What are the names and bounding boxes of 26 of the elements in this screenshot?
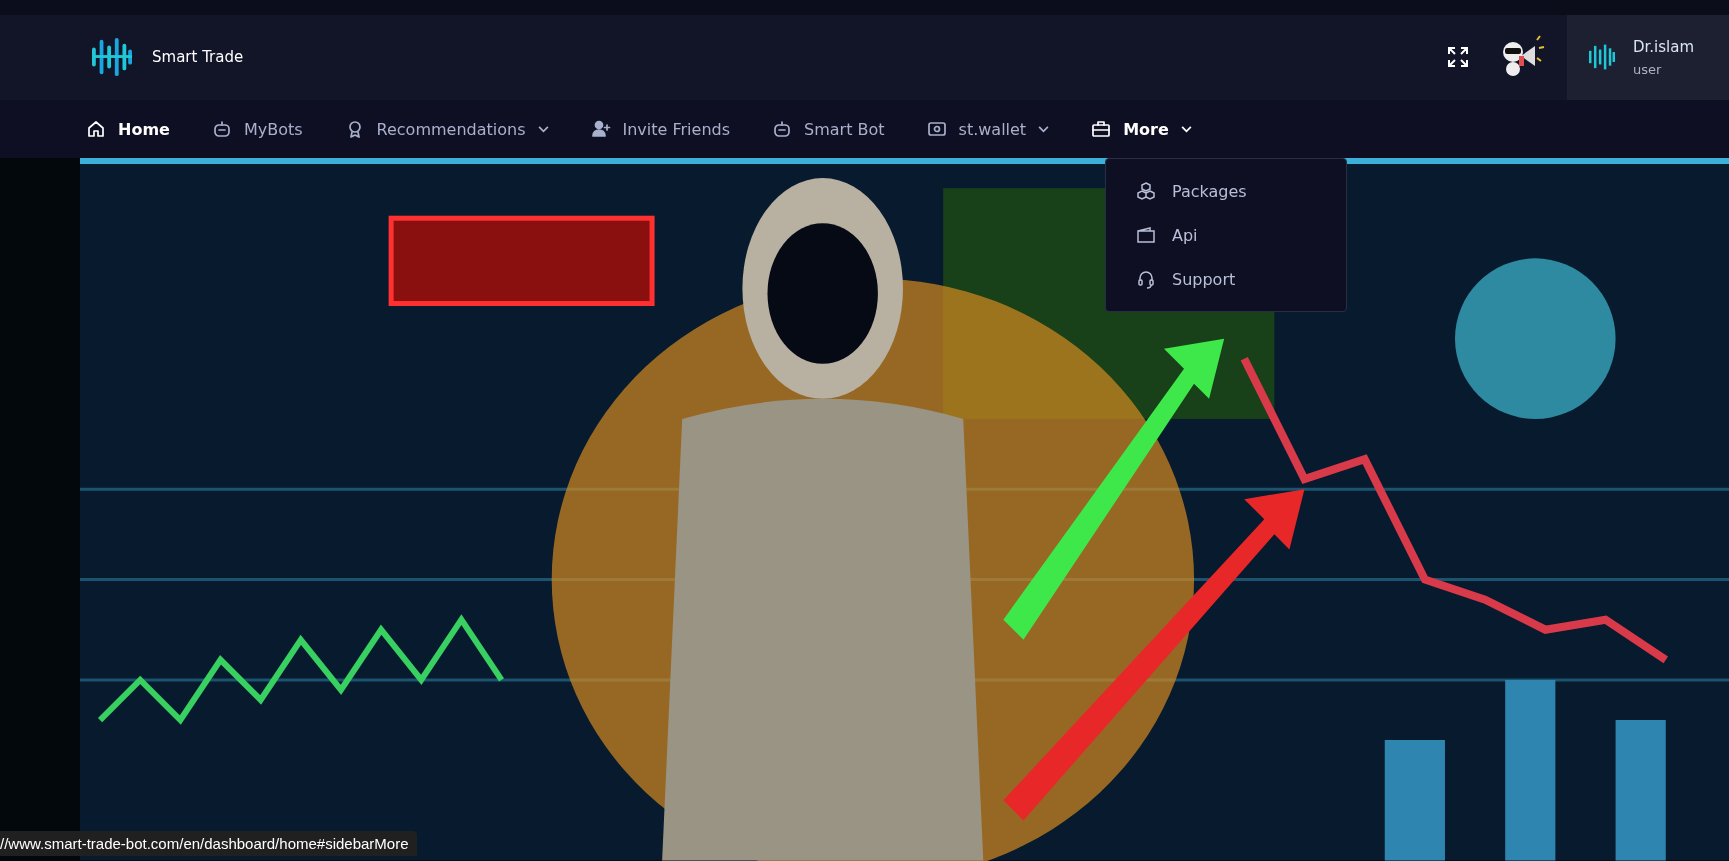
nav-item[interactable]: Home [80,115,176,144]
nav-item[interactable]: st.wallet [920,115,1056,144]
user-plus-icon [590,119,611,140]
fullscreen-icon[interactable] [1447,46,1469,69]
briefcase-icon [1091,119,1112,140]
nav-item[interactable]: Invite Friends [584,115,736,144]
nav-item[interactable]: Recommendations [338,115,555,144]
robot-icon [772,119,792,140]
headset-icon [1136,269,1156,290]
home-icon [86,119,106,140]
folder-icon [1136,225,1156,246]
menu-item[interactable]: Packages [1106,169,1346,214]
user-name: Dr.islam [1633,37,1695,56]
user-panel[interactable]: Dr.islam user [1567,14,1729,101]
robot-icon [211,119,232,140]
menu-item[interactable]: Api [1106,213,1346,258]
menu-item[interactable]: Support [1106,257,1346,302]
status-url: //www.smart-trade-bot.com/en/dashboard/home#sidebarMore [0,831,417,856]
nav-item[interactable]: MyBots [205,115,309,144]
user-role: user [1633,61,1663,77]
nav-item[interactable]: More [1085,115,1198,144]
nav-item[interactable]: Smart Bot [766,115,891,144]
boxes-icon [1136,181,1156,202]
logo-icon [92,36,132,79]
brand-name: Smart Trade [152,48,244,67]
avatar-icon [1589,43,1615,72]
